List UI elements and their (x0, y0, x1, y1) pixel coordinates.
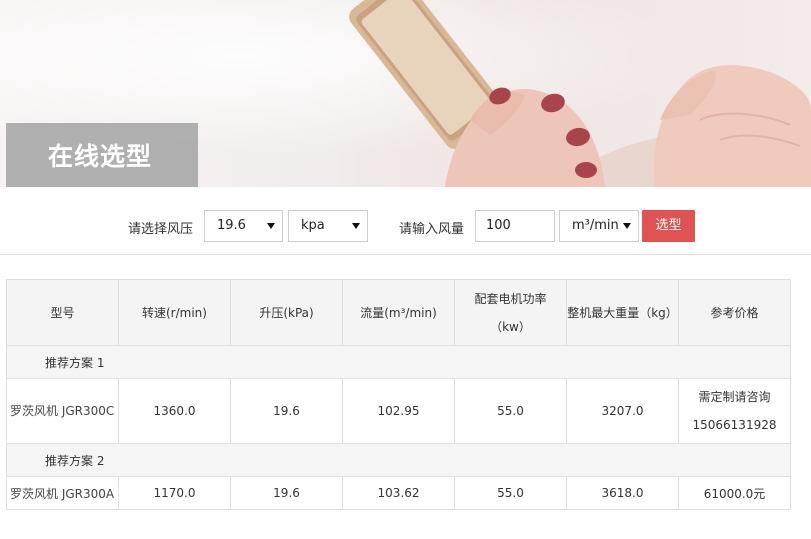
header-weight: 整机最大重量（kg） (566, 279, 679, 346)
flow-input-value: 100 (486, 218, 511, 233)
banner-title-box: 在线选型 (6, 123, 198, 187)
cell-speed: 1360.0 (118, 378, 231, 444)
group-row: 推荐方案 2 (6, 443, 791, 477)
header-price: 参考价格 (678, 279, 791, 346)
pressure-select[interactable]: 19.6 (204, 210, 283, 242)
header-speed: 转速(r/min) (118, 279, 231, 346)
table-row: 罗茨风机 JGR300C 1360.0 19.6 102.95 55.0 320… (6, 378, 791, 444)
cell-pressure: 19.6 (230, 476, 343, 510)
divider (0, 254, 811, 255)
pressure-select-value: 19.6 (217, 218, 246, 233)
cell-model: 罗茨风机 JGR300A (6, 476, 119, 510)
cell-speed: 1170.0 (118, 476, 231, 510)
page: 在线选型 请选择风压 19.6 kpa 请输入风量 100 m³/min 选型 (0, 0, 811, 539)
cell-power: 55.0 (454, 378, 567, 444)
cell-pressure: 19.6 (230, 378, 343, 444)
flow-unit-value: m³/min (572, 218, 619, 233)
results-table: 型号 转速(r/min) 升压(kPa) 流量(m³/min) 配套电机功率 （… (6, 279, 791, 510)
chevron-down-icon (623, 223, 631, 229)
cell-model: 罗茨风机 JGR300C (6, 378, 119, 444)
cell-flow: 102.95 (342, 378, 455, 444)
group-label: 推荐方案 1 (6, 345, 791, 379)
table-header-row: 型号 转速(r/min) 升压(kPa) 流量(m³/min) 配套电机功率 （… (6, 279, 791, 346)
table-row: 罗茨风机 JGR300A 1170.0 19.6 103.62 55.0 361… (6, 476, 791, 510)
cell-weight: 3207.0 (566, 378, 679, 444)
flow-unit-select[interactable]: m³/min (559, 210, 639, 242)
cell-price-line2: 15066131928 (692, 418, 777, 432)
flow-label: 请输入风量 (399, 222, 465, 237)
group-label: 推荐方案 2 (6, 443, 791, 477)
group-row: 推荐方案 1 (6, 345, 791, 379)
header-power-line2: （kw） (490, 319, 531, 334)
header-power-line1: 配套电机功率 (474, 291, 547, 306)
cell-flow: 103.62 (342, 476, 455, 510)
cell-price: 61000.0元 (678, 476, 791, 510)
header-model: 型号 (6, 279, 119, 346)
chevron-down-icon (352, 223, 360, 229)
cell-power: 55.0 (454, 476, 567, 510)
header-power: 配套电机功率 （kw） (454, 279, 567, 346)
pressure-unit-select[interactable]: kpa (288, 210, 368, 242)
banner-title: 在线选型 (48, 142, 153, 171)
chevron-down-icon (267, 223, 275, 229)
header-pressure: 升压(kPa) (230, 279, 343, 346)
banner: 在线选型 (0, 0, 811, 187)
header-flow: 流量(m³/min) (342, 279, 455, 346)
flow-input[interactable]: 100 (475, 210, 555, 242)
select-model-button[interactable]: 选型 (642, 210, 695, 242)
pressure-label: 请选择风压 (128, 222, 194, 237)
selection-controls: 请选择风压 19.6 kpa 请输入风量 100 m³/min 选型 (0, 210, 811, 242)
cell-weight: 3618.0 (566, 476, 679, 510)
pressure-unit-value: kpa (301, 218, 325, 233)
cell-price: 需定制请咨询 15066131928 (678, 378, 791, 444)
cell-price-line1: 需定制请咨询 (698, 390, 771, 404)
